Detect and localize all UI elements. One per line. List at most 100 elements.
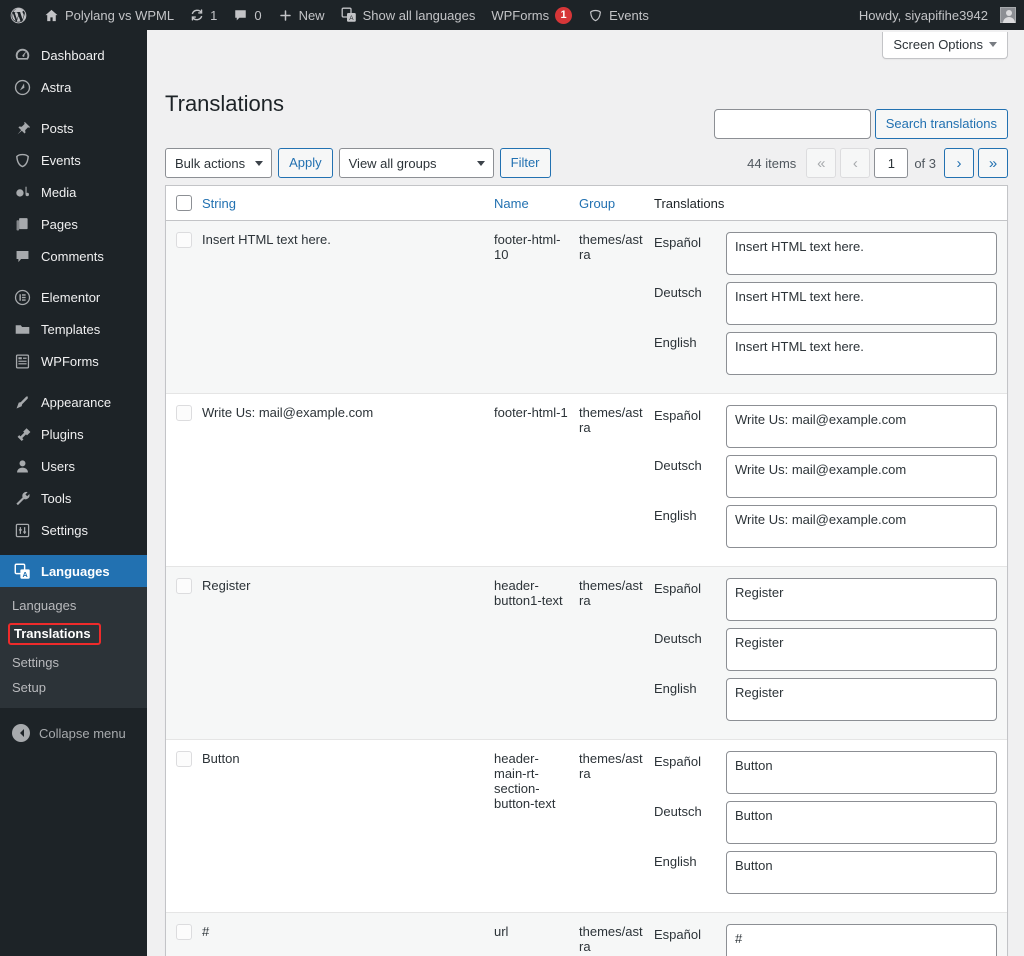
updates-menu[interactable]: 1 <box>182 0 225 30</box>
translation-textarea[interactable] <box>726 751 997 794</box>
sidebar-item-comments[interactable]: Comments <box>0 240 147 272</box>
translation-row: Español <box>654 232 997 275</box>
translation-language-label: English <box>654 851 716 869</box>
translations-list: Español Deutsch English <box>654 751 997 901</box>
row-checkbox[interactable] <box>176 232 192 248</box>
sidebar-subitem-settings[interactable]: Settings <box>0 650 147 675</box>
column-header-name[interactable]: Name <box>494 186 579 221</box>
collapse-menu-button[interactable]: Collapse menu <box>0 716 147 750</box>
sidebar-item-appearance[interactable]: Appearance <box>0 386 147 418</box>
row-group-text: themes/astra <box>579 751 643 781</box>
screen-options-toggle[interactable]: Screen Options <box>882 32 1008 59</box>
row-name-text: header-main-rt-section-button-text <box>494 751 555 811</box>
sidebar-item-wpforms[interactable]: WPForms <box>0 345 147 377</box>
translations-table-wrapper: String Name Group Translations Insert HT… <box>165 185 1008 956</box>
howdy-label: Howdy, siyapifihe3942 <box>859 8 988 23</box>
translation-row: Español <box>654 405 997 448</box>
select-all-checkbox[interactable] <box>176 195 192 211</box>
current-page-input[interactable] <box>874 148 908 178</box>
translation-textarea[interactable] <box>726 801 997 844</box>
translation-row: Deutsch <box>654 455 997 498</box>
sidebar-item-plugins[interactable]: Plugins <box>0 418 147 450</box>
apply-button[interactable]: Apply <box>278 148 333 178</box>
search-input[interactable] <box>714 109 871 139</box>
new-content-menu[interactable]: New <box>270 0 333 30</box>
translations-table: String Name Group Translations Insert HT… <box>166 186 1007 956</box>
sidebar-item-elementor[interactable]: Elementor <box>0 281 147 313</box>
next-page-button[interactable]: › <box>944 148 974 178</box>
group-filter-select[interactable]: View all groups <box>339 148 494 178</box>
translation-textarea[interactable] <box>726 924 997 956</box>
sidebar-item-posts[interactable]: Posts <box>0 112 147 144</box>
column-header-group[interactable]: Group <box>579 186 654 221</box>
astra-icon <box>12 77 32 97</box>
chevron-down-icon <box>477 161 485 166</box>
sidebar-subitem-translations[interactable]: Translations <box>0 618 147 650</box>
translation-textarea[interactable] <box>726 851 997 894</box>
sidebar-item-languages[interactable]: A Languages <box>0 555 147 587</box>
translation-textarea[interactable] <box>726 505 997 548</box>
admin-sidebar: Dashboard Astra Posts Events Media Pages <box>0 30 147 956</box>
wordpress-logo-icon[interactable] <box>0 0 36 30</box>
show-all-languages-menu[interactable]: A Show all languages <box>333 0 484 30</box>
translation-textarea[interactable] <box>726 332 997 375</box>
translation-textarea[interactable] <box>726 628 997 671</box>
bulk-actions-select[interactable]: Bulk actions <box>165 148 272 178</box>
folder-icon <box>12 319 32 339</box>
sidebar-item-label: Media <box>41 186 76 199</box>
row-checkbox[interactable] <box>176 405 192 421</box>
events-menu[interactable]: Events <box>580 0 657 30</box>
chevron-down-icon <box>255 161 263 166</box>
row-checkbox[interactable] <box>176 578 192 594</box>
wpforms-menu[interactable]: WPForms 1 <box>483 0 580 30</box>
sidebar-item-media[interactable]: Media <box>0 176 147 208</box>
row-name: footer-html-1 <box>494 394 579 567</box>
sidebar-subitem-label: Languages <box>12 598 76 613</box>
sidebar-subitem-languages[interactable]: Languages <box>0 593 147 618</box>
column-header-translations: Translations <box>654 186 1007 221</box>
translation-language-label: Español <box>654 751 716 769</box>
sidebar-item-users[interactable]: Users <box>0 450 147 482</box>
sidebar-item-tools[interactable]: Tools <box>0 482 147 514</box>
sidebar-subitem-setup[interactable]: Setup <box>0 675 147 700</box>
row-string-text: Register <box>202 578 250 593</box>
sidebar-item-settings[interactable]: Settings <box>0 514 147 546</box>
last-page-button[interactable]: » <box>978 148 1008 178</box>
translation-language-label: English <box>654 332 716 350</box>
translation-textarea[interactable] <box>726 232 997 275</box>
row-select-cell <box>166 740 202 913</box>
translation-row: Español <box>654 578 997 621</box>
translation-row: Deutsch <box>654 801 997 844</box>
filter-button[interactable]: Filter <box>500 148 551 178</box>
translation-language-label: English <box>654 678 716 696</box>
translation-textarea[interactable] <box>726 455 997 498</box>
my-account-menu[interactable]: Howdy, siyapifihe3942 <box>851 0 1024 30</box>
comments-count: 0 <box>254 8 261 23</box>
row-string: Button <box>202 740 494 913</box>
row-checkbox[interactable] <box>176 751 192 767</box>
row-string: Insert HTML text here. <box>202 221 494 394</box>
translation-textarea[interactable] <box>726 578 997 621</box>
plus-icon <box>278 8 293 23</box>
comments-menu[interactable]: 0 <box>225 0 269 30</box>
row-group-text: themes/astra <box>579 405 643 435</box>
row-group: themes/astra <box>579 913 654 956</box>
translation-textarea[interactable] <box>726 678 997 721</box>
sidebar-item-templates[interactable]: Templates <box>0 313 147 345</box>
row-checkbox[interactable] <box>176 924 192 940</box>
brush-icon <box>12 392 32 412</box>
svg-text:A: A <box>22 570 28 579</box>
sidebar-item-dashboard[interactable]: Dashboard <box>0 39 147 71</box>
pagination: 44 items « ‹ of 3 › » <box>747 148 1008 178</box>
search-translations-button[interactable]: Search translations <box>875 109 1008 139</box>
sidebar-item-astra[interactable]: Astra <box>0 71 147 103</box>
sidebar-item-pages[interactable]: Pages <box>0 208 147 240</box>
column-header-label: Name <box>494 196 529 211</box>
sidebar-item-events[interactable]: Events <box>0 144 147 176</box>
translation-textarea[interactable] <box>726 282 997 325</box>
column-header-string[interactable]: String <box>202 186 494 221</box>
translation-textarea[interactable] <box>726 405 997 448</box>
site-name-menu[interactable]: Polylang vs WPML <box>36 0 182 30</box>
translation-row: English <box>654 678 997 721</box>
translation-row: Deutsch <box>654 628 997 671</box>
